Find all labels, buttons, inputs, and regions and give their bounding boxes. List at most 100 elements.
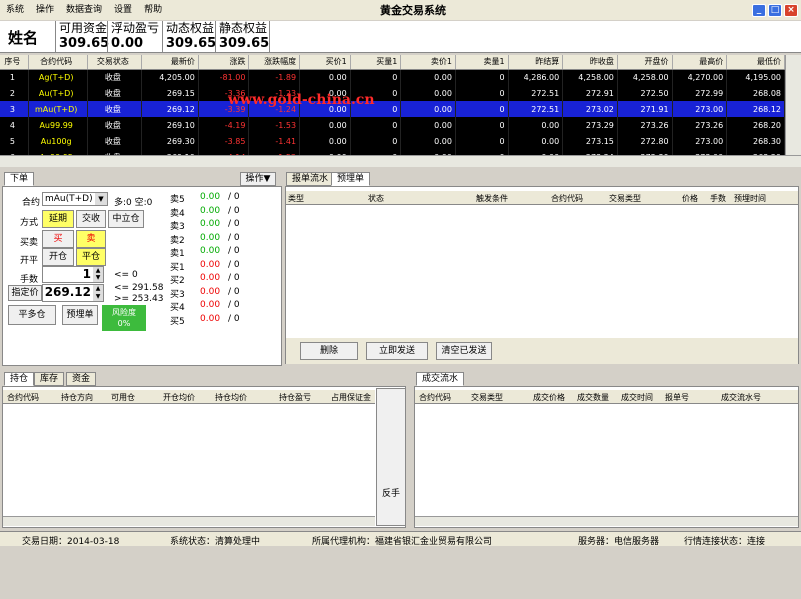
tab-inventory[interactable]: 库存 [34,372,65,386]
table-cell: -4.19 [198,117,250,133]
quote-column-header[interactable]: 买量1 [350,55,402,70]
positions-horizontal-scrollbar[interactable] [3,516,375,526]
quote-column-header[interactable]: 涨跌幅度 [248,55,301,70]
table-cell: -81.00 [198,69,250,85]
tab-funds[interactable]: 资金 [66,372,97,386]
column-header[interactable]: 成交时间 [621,392,653,403]
close-icon[interactable]: × [784,4,798,17]
sell-button[interactable]: 卖 [76,230,106,248]
send-now-button[interactable]: 立即发送 [366,342,428,360]
depth-volume: / 0 [228,286,240,297]
mode-delivery-button[interactable]: 交收 [76,210,106,228]
column-header[interactable]: 价格 [682,193,698,204]
quote-column-header[interactable]: 最低价 [726,55,785,70]
qty-stepper[interactable]: 1 ▲ ▼ [42,266,104,283]
quote-column-header[interactable]: 合约代码 [28,55,88,70]
open-button[interactable]: 开仓 [42,248,74,266]
column-header[interactable]: 预埋时间 [734,193,766,204]
menu-operate[interactable]: 操作 [30,0,60,20]
quote-column-header[interactable]: 卖价1 [400,55,456,70]
menu-settings[interactable]: 设置 [108,0,138,20]
table-cell: 268.08 [726,85,785,101]
quote-column-header[interactable]: 昨结算 [508,55,564,70]
table-row[interactable]: 2 Au(T+D) 收盘 269.15 -3.36 -1.23 0.00 0 0.00 0 272.… [0,85,785,101]
tab-order[interactable]: 下单 [4,172,35,186]
quote-column-header[interactable]: 最高价 [672,55,728,70]
tab-positions[interactable]: 持仓 [4,372,35,386]
column-header[interactable]: 持仓方向 [61,392,93,403]
column-header[interactable]: 持仓盈亏 [279,392,311,403]
fund-static: 静态权益 309.65 [215,21,270,53]
depth-volume: / 0 [228,246,240,256]
preset-order-button[interactable]: 预埋单 [62,305,98,325]
buy-button[interactable]: 买 [42,230,74,248]
close-position-button[interactable]: 平仓 [76,248,106,266]
column-header[interactable]: 可用仓 [111,392,135,403]
quote-vertical-scrollbar[interactable] [785,55,801,155]
quote-column-header[interactable]: 开盘价 [617,55,673,70]
menu-query[interactable]: 数据查询 [60,0,108,20]
table-cell: Au100g [28,133,88,149]
chevron-down-icon[interactable]: ▼ [95,193,107,205]
column-header[interactable]: 报单号 [665,392,689,403]
column-header[interactable]: 交易类型 [471,392,503,403]
column-header[interactable]: 成交流水号 [721,392,761,403]
table-cell: 收盘 [87,133,143,149]
tab-order-log[interactable]: 报单流水 [286,172,335,186]
table-cell: 3 [0,101,29,117]
quote-column-header[interactable]: 涨跌 [198,55,250,70]
quote-column-header[interactable]: 序号 [0,55,29,70]
mode-deferred-button[interactable]: 延期 [42,210,74,228]
account-name: 姓名 [8,29,39,47]
clear-sent-button[interactable]: 清空已发送 [436,342,492,360]
table-row[interactable]: 3 mAu(T+D) 收盘 269.12 -3.39 -1.24 0.00 0 0.00 0 272… [0,101,785,117]
spin-arrows-icon[interactable]: ▲ ▼ [93,285,103,301]
column-header[interactable]: 手数 [710,193,726,204]
quote-horizontal-scrollbar[interactable] [0,155,801,167]
column-header[interactable]: 合约代码 [419,392,451,403]
operate-dropdown-button[interactable]: 操作▼ [240,172,276,186]
spin-arrows-icon[interactable]: ▲ ▼ [93,267,103,282]
column-header[interactable]: 触发条件 [476,193,508,204]
position-info: 多:0 空:0 [114,198,153,208]
column-header[interactable]: 合约代码 [551,193,583,204]
column-header[interactable]: 成交价格 [533,392,565,403]
trades-horizontal-scrollbar[interactable] [415,516,798,526]
column-header[interactable]: 持仓均价 [215,392,247,403]
tab-trades[interactable]: 成交流水 [416,372,465,386]
column-header[interactable]: 占用保证金 [331,392,371,403]
column-header[interactable]: 类型 [288,193,304,204]
table-cell: 4,286.00 [508,69,564,85]
table-row[interactable]: 4 Au99.99 收盘 269.10 -4.19 -1.53 0.00 0 0.00 0 0.00… [0,117,785,133]
menu-system[interactable]: 系统 [0,0,30,20]
minimize-icon[interactable]: _ [752,4,766,17]
quote-column-header[interactable]: 昨收盘 [562,55,618,70]
fund-value: 309.65 [219,36,270,51]
column-header[interactable]: 状态 [368,193,384,204]
menu-help[interactable]: 帮助 [138,0,168,20]
price-stepper[interactable]: 269.12 ▲ ▼ [42,284,104,302]
depth-label: 卖1 [170,249,185,259]
fund-label: 静态权益 [219,21,268,35]
contract-select[interactable]: mAu(T+D) ▼ [42,192,108,206]
quote-column-header[interactable]: 最新价 [141,55,199,70]
column-header[interactable]: 交易类型 [609,193,641,204]
table-row[interactable]: 5 Au100g 收盘 269.30 -3.85 -1.41 0.00 0 0.00 0 0.00 2… [0,133,785,149]
tab-preset-orders[interactable]: 预埋单 [331,172,371,186]
price-mode-button[interactable]: 指定价 [8,285,42,301]
reverse-button[interactable]: 反手 [376,388,406,526]
price-lower-limit: >= 253.43 [114,294,164,304]
quote-column-header[interactable]: 卖量1 [455,55,509,70]
maximize-icon[interactable]: □ [768,4,782,17]
mode-neutral-button[interactable]: 中立仓 [108,210,144,228]
table-row[interactable]: 1 Ag(T+D) 收盘 4,205.00 -81.00 -1.89 0.00 0 0.00 0 4… [0,69,785,85]
column-header[interactable]: 成交数量 [577,392,609,403]
column-header[interactable]: 开仓均价 [163,392,195,403]
column-header[interactable]: 合约代码 [7,392,39,403]
table-cell: 272.51 [508,85,564,101]
delete-button[interactable]: 删除 [300,342,358,360]
quote-column-header[interactable]: 买价1 [299,55,351,70]
table-cell: 271.91 [617,101,673,117]
flat-long-button[interactable]: 平多仓 [8,305,56,325]
quote-column-header[interactable]: 交易状态 [87,55,143,70]
